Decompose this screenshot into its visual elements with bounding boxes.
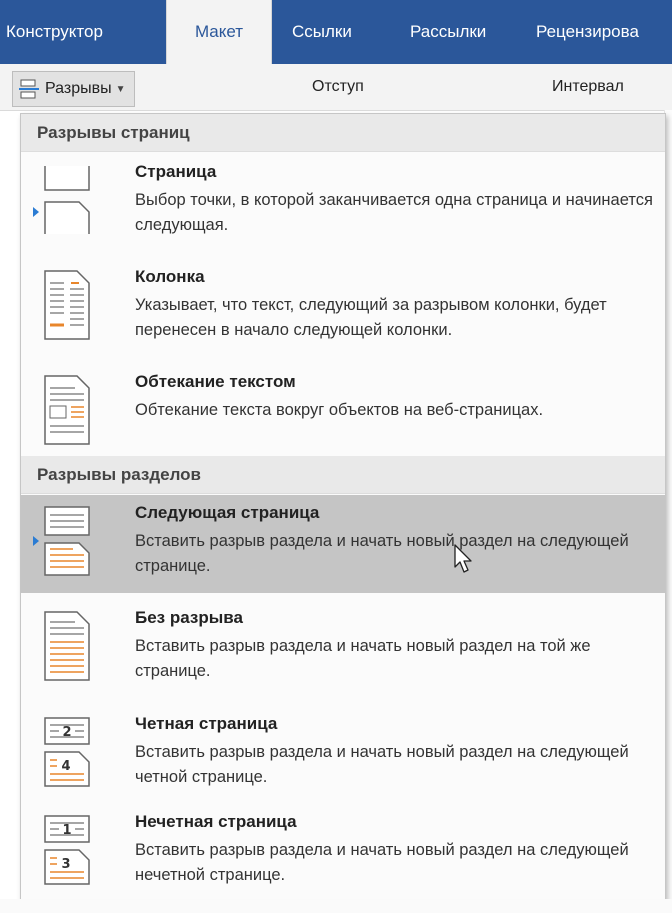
chevron-down-icon: ▼ [115, 83, 126, 95]
menu-item-title: Следующая страница [135, 503, 320, 522]
indent-label: Отступ [312, 78, 364, 95]
menu-item-title: Нечетная страница [135, 812, 297, 831]
menu-item-column[interactable]: Колонка Указывает, что текст, следующий … [21, 259, 665, 357]
menu-item-desc: Вставить разрыв раздела и начать новый р… [135, 637, 591, 680]
breaks-dropdown-button[interactable]: Разрывы ▼ [12, 71, 135, 107]
section-breaks-header: Разрывы разделов [21, 456, 665, 494]
menu-item-even-page[interactable]: 2 4 Четная страница Вставить разрыв разд… [21, 706, 665, 804]
menu-item-desc: Вставить разрыв раздела и начать новый р… [135, 743, 629, 786]
text-wrapping-icon [44, 375, 90, 445]
breaks-label: Разрывы [45, 80, 112, 97]
svg-text:4: 4 [61, 759, 70, 774]
tab-layout[interactable]: Макет [166, 0, 272, 64]
menu-item-desc: Вставить разрыв раздела и начать новый р… [135, 841, 629, 884]
tab-review[interactable]: Рецензирова [536, 0, 639, 64]
spacing-label: Интервал [552, 78, 624, 95]
odd-page-icon: 1 3 [44, 815, 90, 885]
menu-item-desc: Вставить разрыв раздела и начать новый р… [135, 532, 629, 575]
continuous-icon [44, 611, 90, 681]
menu-item-title: Колонка [135, 267, 205, 286]
page-breaks-header: Разрывы страниц [21, 114, 665, 152]
menu-item-next-page[interactable]: Следующая страница Вставить разрыв разде… [21, 495, 665, 593]
breaks-icon [19, 79, 39, 99]
document-background [0, 899, 672, 913]
page-break-icon [44, 166, 90, 234]
menu-item-title: Четная страница [135, 714, 278, 733]
menu-item-desc: Указывает, что текст, следующий за разры… [135, 296, 607, 339]
menu-item-continuous[interactable]: Без разрыва Вставить разрыв раздела и на… [21, 600, 665, 698]
svg-text:3: 3 [61, 857, 70, 872]
menu-item-text-wrapping[interactable]: Обтекание текстом Обтекание текста вокру… [21, 364, 665, 456]
tab-mailings[interactable]: Рассылки [410, 0, 486, 64]
menu-item-page[interactable]: Страница Выбор точки, в которой заканчив… [21, 154, 665, 252]
menu-item-title: Обтекание текстом [135, 372, 296, 391]
menu-item-odd-page[interactable]: 1 3 Нечетная страница Вставить разрыв ра… [21, 804, 665, 900]
svg-text:2: 2 [62, 725, 71, 740]
menu-item-desc: Выбор точки, в которой заканчивается одн… [135, 191, 653, 234]
even-page-icon: 2 4 [44, 717, 90, 787]
ribbon-tab-bar: Конструктор Макет Ссылки Рассылки Реценз… [0, 0, 672, 64]
svg-text:1: 1 [62, 823, 71, 838]
menu-item-title: Страница [135, 162, 217, 181]
tab-design[interactable]: Конструктор [6, 0, 103, 64]
breaks-dropdown-menu: Разрывы страниц Страница Выбор точки, в … [20, 113, 666, 901]
next-page-icon [44, 506, 90, 576]
menu-item-title: Без разрыва [135, 608, 243, 627]
column-break-icon [44, 270, 90, 340]
menu-item-desc: Обтекание текста вокруг объектов на веб-… [135, 401, 544, 419]
tab-references[interactable]: Ссылки [292, 0, 352, 64]
ribbon-panel: Разрывы ▼ Отступ Интервал [0, 64, 672, 111]
mouse-cursor-icon [454, 544, 472, 573]
